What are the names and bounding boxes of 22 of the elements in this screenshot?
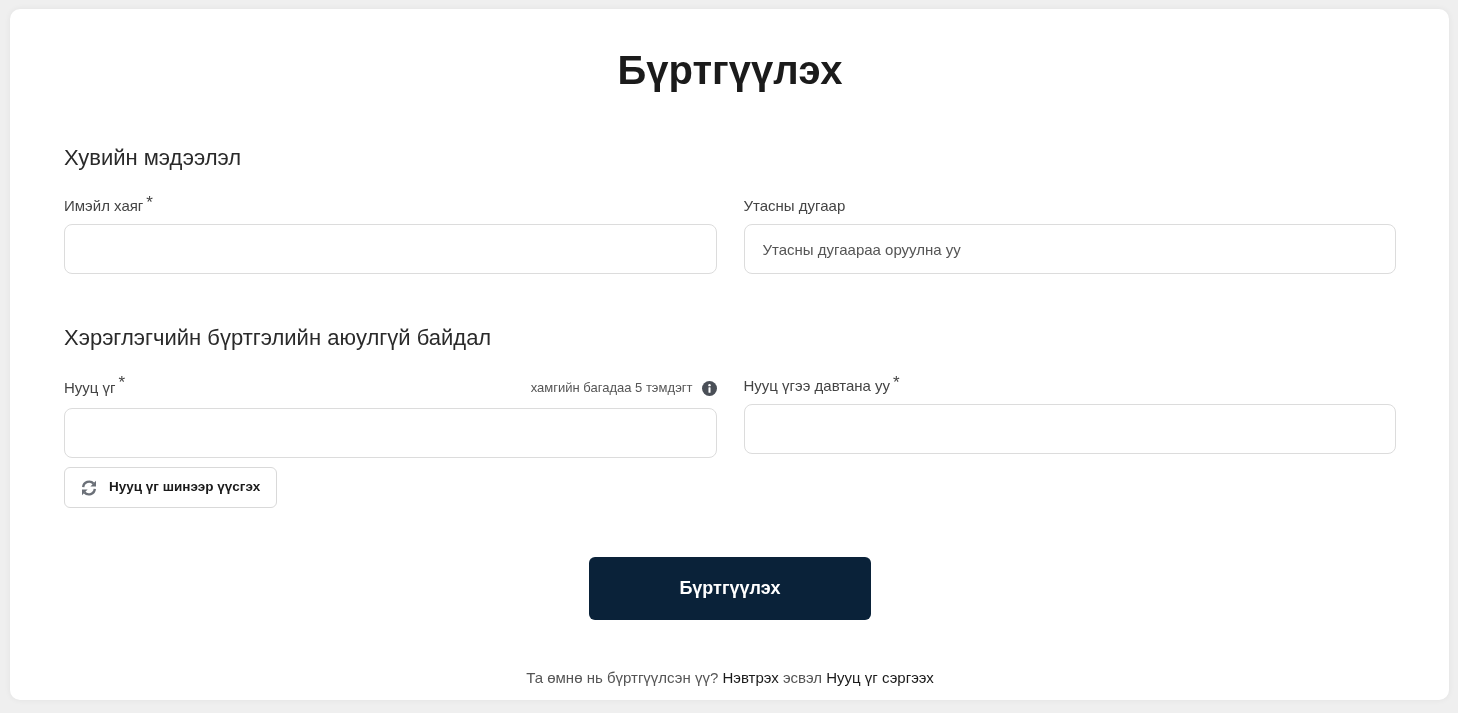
info-icon[interactable] [701,380,717,396]
field-label: Нууц үгээ давтана уу [743,376,891,396]
section-heading: Хэрэглэгчийн бүртгэлийн аюулгүй байдал [64,325,493,351]
required-mark: * [893,376,900,390]
section-heading: Хувийн мэдээлэл [64,145,243,171]
register-button[interactable]: Бүртгүүлэх [589,557,871,620]
signin-prompt: Та өмнө нь бүртгүүлсэн үү? Нэвтрэх эсвэл Нууц үг сэргээх [525,668,935,688]
field-label: Имэйл хаяг [64,196,144,216]
required-mark: * [118,376,126,390]
input-field[interactable]: Утасны дугаараа оруулна уу [743,224,1396,274]
hint-text: хамгийн багадаа 5 тэмдэгт [530,379,693,398]
input-field[interactable] [64,408,717,458]
login-link[interactable]: Нэвтрэх [722,669,779,686]
input-field[interactable] [743,404,1396,454]
input-field[interactable] [64,224,717,274]
field-label: Утасны дугаар [743,196,846,216]
field-label: Нууц үг [64,378,116,398]
page-title: Бүртгүүлэх [616,47,844,94]
reset-password-link[interactable]: Нууц үг сэргээх [826,669,934,686]
generate-password-button[interactable]: Нууц үг шинээр үүсгэх [64,467,278,508]
refresh-icon [81,479,97,496]
required-mark: * [146,196,153,210]
